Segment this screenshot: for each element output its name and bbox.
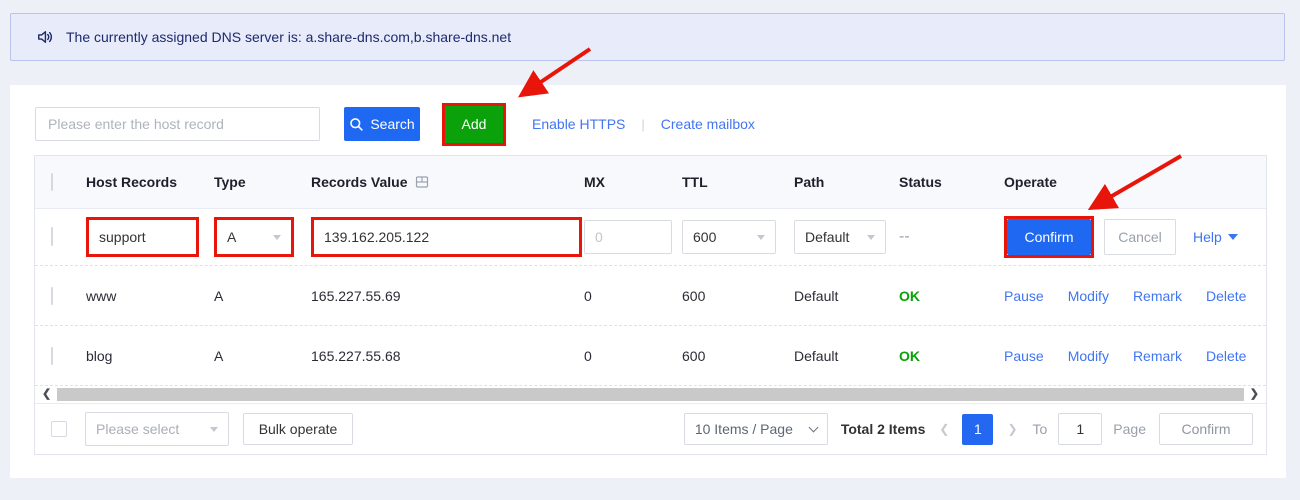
remark-link[interactable]: Remark	[1133, 288, 1182, 304]
chevron-down-icon	[273, 235, 281, 240]
table-row-blog: blog A 165.227.55.68 0 600 Default OK Pa…	[35, 326, 1266, 386]
items-per-page-value: 10 Items / Page	[695, 421, 793, 437]
help-dropdown[interactable]: Help	[1193, 229, 1238, 245]
cell-mx: 0	[577, 348, 673, 364]
row-checkbox[interactable]	[51, 287, 53, 305]
cell-host: blog	[79, 348, 207, 364]
horizontal-scrollbar-thumb[interactable]	[57, 388, 1244, 401]
table-footer: Please select Bulk operate 10 Items / Pa…	[35, 404, 1266, 454]
dns-records-page: The currently assigned DNS server is: a.…	[0, 0, 1300, 500]
table-icon[interactable]	[415, 175, 429, 189]
enable-https-link[interactable]: Enable HTTPS	[532, 116, 625, 132]
add-button[interactable]: Add	[445, 106, 503, 143]
search-button-label: Search	[370, 116, 414, 132]
header-mx: MX	[577, 174, 673, 190]
cell-path: Default	[787, 288, 893, 304]
cell-mx: 0	[577, 288, 673, 304]
remark-link[interactable]: Remark	[1133, 348, 1182, 364]
scroll-left-icon[interactable]: ❮	[42, 387, 51, 400]
row-checkbox[interactable]	[51, 227, 53, 246]
status-badge: OK	[893, 288, 995, 304]
bulk-action-select[interactable]: Please select	[85, 412, 229, 446]
type-select[interactable]: A	[217, 220, 291, 254]
path-select[interactable]: Default	[794, 220, 886, 254]
help-label: Help	[1193, 229, 1222, 245]
header-type: Type	[207, 174, 303, 190]
cell-path: Default	[787, 348, 893, 364]
confirm-record-button[interactable]: Confirm	[1007, 219, 1091, 255]
search-icon	[349, 117, 364, 132]
annotation-box-value	[311, 217, 582, 257]
table-row-www: www A 165.227.55.69 0 600 Default OK Pau…	[35, 266, 1266, 326]
chevron-down-icon	[210, 427, 218, 432]
goto-page-input[interactable]	[1058, 413, 1102, 445]
cell-value: 165.227.55.69	[303, 288, 577, 304]
scroll-right-icon[interactable]: ❯	[1250, 387, 1259, 400]
link-divider: |	[641, 117, 644, 132]
modify-link[interactable]: Modify	[1068, 348, 1109, 364]
host-record-input[interactable]	[89, 220, 196, 254]
chevron-down-icon	[1228, 234, 1238, 240]
page-1-button[interactable]: 1	[962, 414, 993, 445]
bulk-select-placeholder: Please select	[96, 421, 179, 437]
ttl-select[interactable]: 600	[682, 220, 776, 254]
search-input[interactable]	[35, 107, 320, 141]
annotation-box-add: Add	[442, 103, 506, 146]
select-all-checkbox[interactable]	[51, 173, 53, 191]
bulk-operate-button[interactable]: Bulk operate	[243, 413, 353, 445]
type-select-value: A	[227, 229, 236, 245]
create-mailbox-link[interactable]: Create mailbox	[661, 116, 755, 132]
ttl-select-value: 600	[693, 229, 716, 245]
next-page-icon[interactable]: ❯	[1007, 422, 1017, 436]
delete-link[interactable]: Delete	[1206, 288, 1246, 304]
row-checkbox[interactable]	[51, 347, 53, 365]
chevron-down-icon	[808, 422, 818, 432]
status-badge: OK	[893, 348, 995, 364]
cell-type: A	[207, 348, 303, 364]
goto-confirm-button[interactable]: Confirm	[1159, 413, 1253, 445]
path-select-value: Default	[805, 229, 849, 245]
annotation-box-type: A	[214, 217, 294, 257]
header-path: Path	[787, 174, 893, 190]
annotation-box-host	[86, 217, 199, 257]
cell-host: www	[79, 288, 207, 304]
edit-record-row: A 600	[35, 209, 1266, 266]
mx-input[interactable]	[584, 220, 672, 254]
annotation-box-confirm: Confirm	[1004, 216, 1094, 258]
total-items-label: Total 2 Items	[841, 421, 926, 437]
header-status: Status	[893, 174, 995, 190]
records-table: Host Records Type Records Value MX TTL P…	[34, 155, 1267, 455]
header-ttl: TTL	[673, 174, 787, 190]
table-header-row: Host Records Type Records Value MX TTL P…	[35, 156, 1266, 209]
cell-ttl: 600	[673, 348, 787, 364]
header-records-value: Records Value	[311, 174, 408, 190]
delete-link[interactable]: Delete	[1206, 348, 1246, 364]
toolbar: Search Add Enable HTTPS | Create mailbox	[35, 103, 1266, 145]
items-per-page-select[interactable]: 10 Items / Page	[684, 413, 828, 445]
cell-type: A	[207, 288, 303, 304]
cell-ttl: 600	[673, 288, 787, 304]
content-card: Search Add Enable HTTPS | Create mailbox…	[10, 85, 1286, 478]
record-value-input[interactable]	[314, 220, 579, 254]
pagination: 10 Items / Page Total 2 Items ❮ 1 ❯ To P…	[684, 413, 1253, 445]
horizontal-scrollbar: ❮ ❯	[35, 386, 1266, 404]
goto-page-label: Page	[1113, 421, 1146, 437]
header-operate: Operate	[995, 174, 1266, 190]
prev-page-icon[interactable]: ❮	[939, 422, 949, 436]
edit-row-status: --	[893, 228, 995, 246]
search-button[interactable]: Search	[344, 107, 420, 141]
cancel-record-button[interactable]: Cancel	[1104, 219, 1176, 255]
footer-select-all-checkbox[interactable]	[51, 421, 67, 437]
modify-link[interactable]: Modify	[1068, 288, 1109, 304]
dns-server-banner: The currently assigned DNS server is: a.…	[10, 13, 1285, 61]
goto-to-label: To	[1033, 421, 1048, 437]
pause-link[interactable]: Pause	[1004, 348, 1044, 364]
pause-link[interactable]: Pause	[1004, 288, 1044, 304]
cell-value: 165.227.55.68	[303, 348, 577, 364]
header-host-records: Host Records	[79, 174, 207, 190]
chevron-down-icon	[867, 235, 875, 240]
banner-text: The currently assigned DNS server is: a.…	[66, 29, 511, 45]
chevron-down-icon	[757, 235, 765, 240]
speaker-icon	[35, 27, 55, 47]
